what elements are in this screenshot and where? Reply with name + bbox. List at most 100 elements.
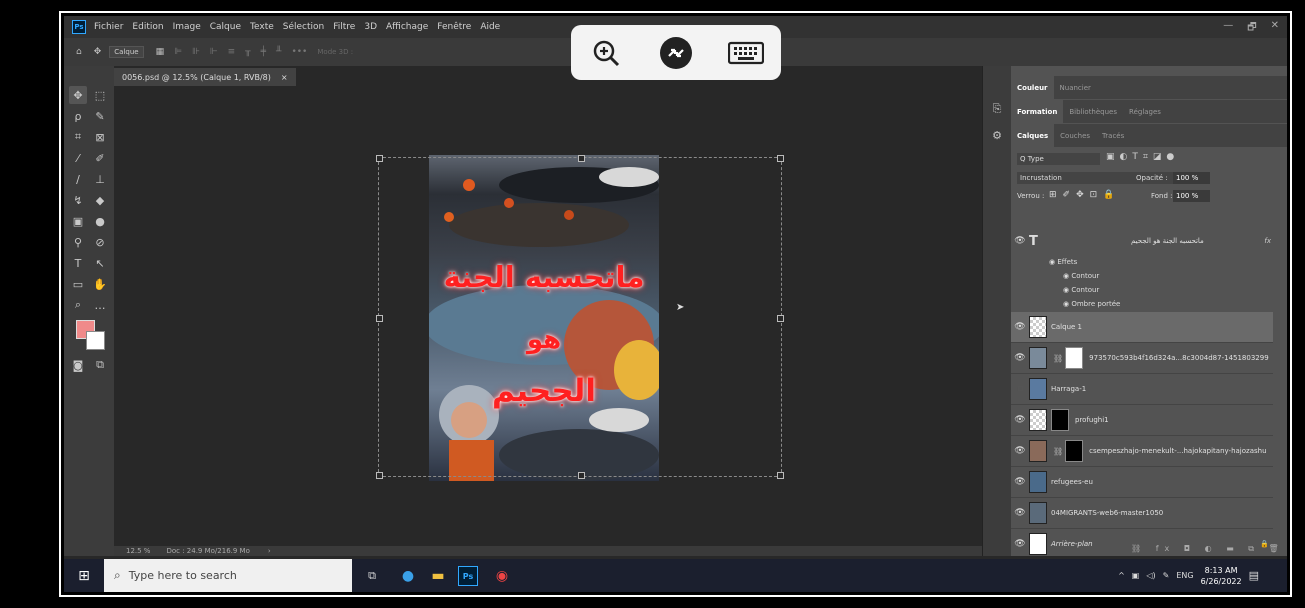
stamp-tool-icon[interactable]: ⊥ [91,170,109,188]
eraser-tool-icon[interactable]: ◆ [91,191,109,209]
keyboard-icon[interactable] [726,33,766,73]
rectangle-tool-icon[interactable]: ▭ [69,275,87,293]
healing-tool-icon[interactable]: ✐ [91,149,109,167]
chrome-icon[interactable]: ◉ [492,566,512,586]
transform-bounding-box[interactable] [376,155,784,479]
task-view-icon[interactable]: ⧉ [362,566,382,586]
canvas-area[interactable]: ماتحسبه الجنة هو الجحيم ➤ [114,86,982,546]
layer-select-dropdown[interactable]: Calque [109,46,144,58]
menu-affichage[interactable]: Affichage [386,22,428,32]
layer-row[interactable]: ▫ Harraga-1 [1011,374,1273,405]
quick-mask-icon[interactable]: ◙ [69,356,87,374]
eye-icon[interactable]: 👁 [1011,236,1029,246]
tab-couleur[interactable]: Couleur [1011,76,1054,99]
windows-start-icon[interactable]: ⊞ [74,566,94,586]
tab-bibliotheques[interactable]: Bibliothèques [1063,100,1123,123]
align-top-icon[interactable]: ╥ [245,47,250,57]
tab-reglages[interactable]: Réglages [1123,100,1167,123]
align-bottom-icon[interactable]: ╨ [276,47,281,57]
menu-fenetre[interactable]: Fenêtre [437,22,471,32]
network-icon[interactable]: ▣ [1132,571,1140,580]
align-center-icon[interactable]: ⊪ [192,47,200,57]
notification-icon[interactable]: ▤ [1249,569,1259,582]
transform-handle[interactable] [376,315,383,322]
path-select-tool-icon[interactable]: ↖ [91,254,109,272]
transform-handle[interactable] [578,472,585,479]
clock[interactable]: 8:13 AM 6/26/2022 [1201,565,1242,587]
layer-row[interactable]: 👁 profughi1 [1011,405,1273,436]
layer-row[interactable]: 👁 04MIGRANTS-web6-master1050 [1011,498,1273,529]
zoom-in-icon[interactable] [586,33,626,73]
menu-filtre[interactable]: Filtre [333,22,355,32]
layer-row[interactable]: 👁 refugees-eu [1011,467,1273,498]
quick-select-tool-icon[interactable]: ✎ [91,107,109,125]
eye-hidden-icon[interactable]: ▫ [1011,384,1029,394]
crop-tool-icon[interactable]: ⌗ [69,128,87,146]
history-panel-icon[interactable]: ⎘ [988,100,1006,118]
language-indicator[interactable]: ENG [1176,571,1193,580]
layer-row-text[interactable]: 👁 T ماتحسبه الجنة هو الجحيم fx [1011,226,1273,256]
menu-image[interactable]: Image [173,22,201,32]
properties-panel-icon[interactable]: ⚙ [988,126,1006,144]
eyedropper-tool-icon[interactable]: ⁄ [69,149,87,167]
fx-icon[interactable]: fx [1264,237,1271,245]
restore-button[interactable]: 🗗 [1247,20,1256,37]
transform-controls-icon[interactable]: ▦ [156,47,165,57]
menu-fichier[interactable]: Fichier [94,22,123,32]
screen-mode-icon[interactable]: ⧉ [91,356,109,374]
minimize-button[interactable]: — [1223,20,1233,37]
effect-row[interactable]: ◉ Ombre portée [1063,300,1120,308]
layer-filter-icons[interactable]: ▣◐T⌗◪● [1106,152,1179,162]
eye-icon[interactable]: 👁 [1011,508,1029,518]
layer-row[interactable]: 👁 ⛓ csempeszhajo-menekult-...hajokapitan… [1011,436,1273,467]
transform-handle[interactable] [376,155,383,162]
show-hidden-icons[interactable]: ^ [1118,571,1125,580]
eye-icon[interactable]: 👁 [1011,477,1029,487]
eye-icon[interactable]: 👁 [1011,353,1029,363]
frame-tool-icon[interactable]: ⊠ [91,128,109,146]
photoshop-taskbar-icon[interactable]: Ps [458,566,478,586]
taskbar-search-box[interactable]: ⌕ Type here to search [104,559,352,592]
close-tab-icon[interactable]: × [281,73,288,82]
pen-icon[interactable]: ✎ [1163,571,1170,580]
zoom-level[interactable]: 12.5 % [126,547,150,555]
transform-handle[interactable] [777,155,784,162]
marquee-tool-icon[interactable]: ⬚ [91,86,109,104]
type-tool-icon[interactable]: T [69,254,87,272]
effect-row[interactable]: ◉ Contour [1063,286,1099,294]
lock-icons[interactable]: ⊞✐✥⊡🔒 [1049,190,1120,200]
tab-formation[interactable]: Formation [1011,100,1064,123]
gradient-tool-icon[interactable]: ▣ [69,212,87,230]
more-tools-icon[interactable]: … [91,296,109,314]
eye-icon[interactable]: 👁 [1011,446,1029,456]
hand-tool-icon[interactable]: ✋ [91,275,109,293]
home-icon[interactable]: ⌂ [76,47,82,57]
align-right-icon[interactable]: ⊩ [210,47,218,57]
connection-icon[interactable] [656,33,696,73]
align-middle-icon[interactable]: ╪ [261,47,266,57]
menu-calque[interactable]: Calque [210,22,241,32]
menu-3d[interactable]: 3D [364,22,377,32]
layer-row[interactable]: 👁 Calque 1 [1011,312,1273,343]
fill-input[interactable]: 100 % [1173,190,1210,202]
file-explorer-icon[interactable]: ▬ [428,566,448,586]
brush-tool-icon[interactable]: ∕ [69,170,87,188]
transform-handle[interactable] [777,315,784,322]
tab-nuancier[interactable]: Nuancier [1054,76,1097,99]
layers-footer-icons[interactable]: ⛓ fx ◘ ◐ ▬ ⧉ 🗑 [1131,544,1285,554]
tab-couches[interactable]: Couches [1054,124,1096,147]
status-arrow-icon[interactable]: › [268,547,271,555]
zoom-tool-icon[interactable]: ⌕ [69,296,87,314]
blur-tool-icon[interactable]: ● [91,212,109,230]
dodge-tool-icon[interactable]: ⚲ [69,233,87,251]
menu-aide[interactable]: Aide [480,22,500,32]
edge-icon[interactable]: ● [398,566,418,586]
layer-row[interactable]: 👁 ⛓ 973570c593b4f16d324a...8c3004d87-145… [1011,343,1273,374]
pen-tool-icon[interactable]: ⊘ [91,233,109,251]
transform-handle[interactable] [578,155,585,162]
history-brush-tool-icon[interactable]: ↯ [69,191,87,209]
more-options-button[interactable]: ••• [291,47,307,57]
move-tool-icon[interactable]: ✥ [69,86,87,104]
menu-texte[interactable]: Texte [250,22,274,32]
background-color-swatch[interactable] [86,331,105,350]
